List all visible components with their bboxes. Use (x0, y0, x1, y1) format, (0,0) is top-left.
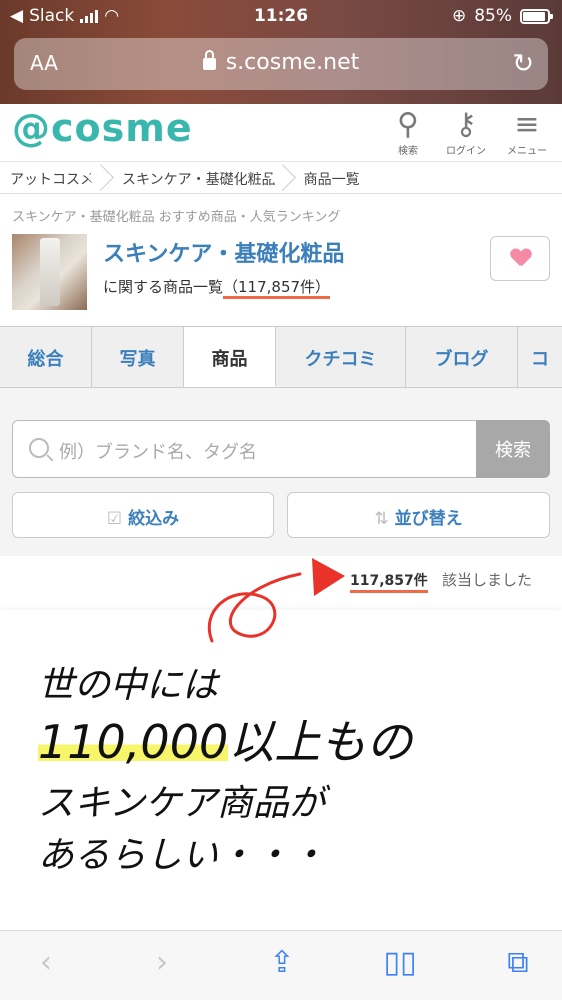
header-search-label: 検索 (398, 146, 418, 157)
tab-overall[interactable]: 総合 (0, 327, 92, 387)
category-count: （117,857件） (223, 278, 331, 299)
category-thumbnail (12, 234, 87, 310)
sort-label: 並び替え (394, 509, 463, 529)
annotation-highlight-number: 110,000 (38, 715, 229, 769)
breadcrumb-item-products: 商品一覧 (303, 172, 360, 188)
status-bar: ◀ Slack ◠ 11:26 ⊕ 85% (0, 0, 562, 32)
heart-icon (511, 249, 531, 267)
battery-percent: 85% (474, 6, 512, 26)
result-count: 117,857件 (350, 570, 428, 593)
category-title[interactable]: スキンケア・基礎化粧品 (103, 236, 344, 268)
search-area: 例）ブランド名、タグ名 検索 ☑ 絞込み ⇅ 並び替え (0, 388, 562, 556)
tab-products[interactable]: 商品 (184, 327, 276, 387)
annotation-line-4: あるらしい・・・ (38, 835, 327, 876)
category-subtitle: スキンケア・基礎化粧品 おすすめ商品・人気ランキング (12, 210, 341, 225)
annotation-line-2-rest: 以上もの (228, 715, 413, 769)
key-icon: ⚷ (455, 107, 477, 142)
breadcrumb: アットコスメ スキンケア・基礎化粧品 商品一覧 (0, 162, 562, 194)
search-input[interactable]: 例）ブランド名、タグ名 (12, 420, 476, 478)
favorite-button[interactable] (490, 236, 550, 281)
share-icon[interactable]: ⇪ (262, 945, 302, 985)
category-count-prefix: に関する商品一覧 (103, 278, 224, 296)
breadcrumb-item-skincare[interactable]: スキンケア・基礎化粧品 (104, 162, 286, 193)
tab-more[interactable]: コ (518, 327, 562, 387)
back-icon[interactable]: ‹ (26, 945, 66, 985)
search-icon: ⚲ (397, 107, 419, 142)
header-menu-button[interactable]: ≡ メニュー (502, 107, 552, 158)
tabs-icon[interactable]: ⧉ (498, 945, 538, 985)
sort-button[interactable]: ⇅ 並び替え (287, 492, 550, 538)
site-header: @cosme ⚲ 検索 ⚷ ログイン ≡ メニュー (0, 104, 562, 162)
search-input-icon (29, 438, 49, 458)
reload-icon[interactable]: ↻ (512, 49, 534, 79)
sort-icon: ⇅ (374, 509, 389, 529)
status-right: ⊕ 85% (451, 6, 553, 26)
annotation-line-1: 世の中には (38, 665, 219, 706)
header-login-button[interactable]: ⚷ ログイン (441, 107, 491, 158)
product-bottle-image (40, 238, 60, 306)
browser-toolbar: ‹ › ⇪ ▯▯ ⧉ (0, 930, 562, 1000)
search-placeholder: 例）ブランド名、タグ名 (59, 442, 257, 463)
checkbox-icon: ☑ (106, 509, 123, 529)
url-text: s.cosme.net (225, 50, 360, 75)
search-submit-button[interactable]: 検索 (476, 420, 550, 478)
browser-chrome: ◀ Slack ◠ 11:26 ⊕ 85% AA s.cosme.net ↻ (0, 0, 562, 104)
url-bar[interactable]: AA s.cosme.net ↻ (14, 38, 548, 90)
forward-icon[interactable]: › (142, 945, 182, 985)
result-count-row: 117,857件 該当しました (0, 556, 562, 604)
url-field[interactable]: s.cosme.net (14, 50, 548, 75)
tab-reviews[interactable]: クチコミ (276, 327, 406, 387)
lock-icon (202, 50, 216, 70)
tab-photos[interactable]: 写真 (92, 327, 184, 387)
tab-bar: 総合 写真 商品 クチコミ ブログ コ (0, 326, 562, 388)
header-search-button[interactable]: ⚲ 検索 (383, 107, 433, 158)
bookmarks-icon[interactable]: ▯▯ (380, 945, 420, 985)
category-count-line: に関する商品一覧（117,857件） (103, 276, 331, 299)
filter-button[interactable]: ☑ 絞込み (12, 492, 274, 538)
battery-icon (520, 8, 553, 24)
breadcrumb-item-home[interactable]: アットコスメ (0, 162, 104, 193)
annotation-line-2: 110,000以上もの (38, 706, 412, 772)
header-menu-label: メニュー (507, 146, 547, 157)
tab-blog[interactable]: ブログ (406, 327, 518, 387)
orientation-lock-icon: ⊕ (451, 6, 467, 26)
cosme-logo[interactable]: @cosme (12, 106, 193, 150)
hamburger-icon: ≡ (514, 107, 540, 142)
result-suffix: 該当しました (442, 571, 533, 589)
annotation-line-3: スキンケア商品が (38, 783, 325, 824)
header-login-label: ログイン (446, 146, 486, 157)
filter-label: 絞込み (128, 509, 180, 529)
